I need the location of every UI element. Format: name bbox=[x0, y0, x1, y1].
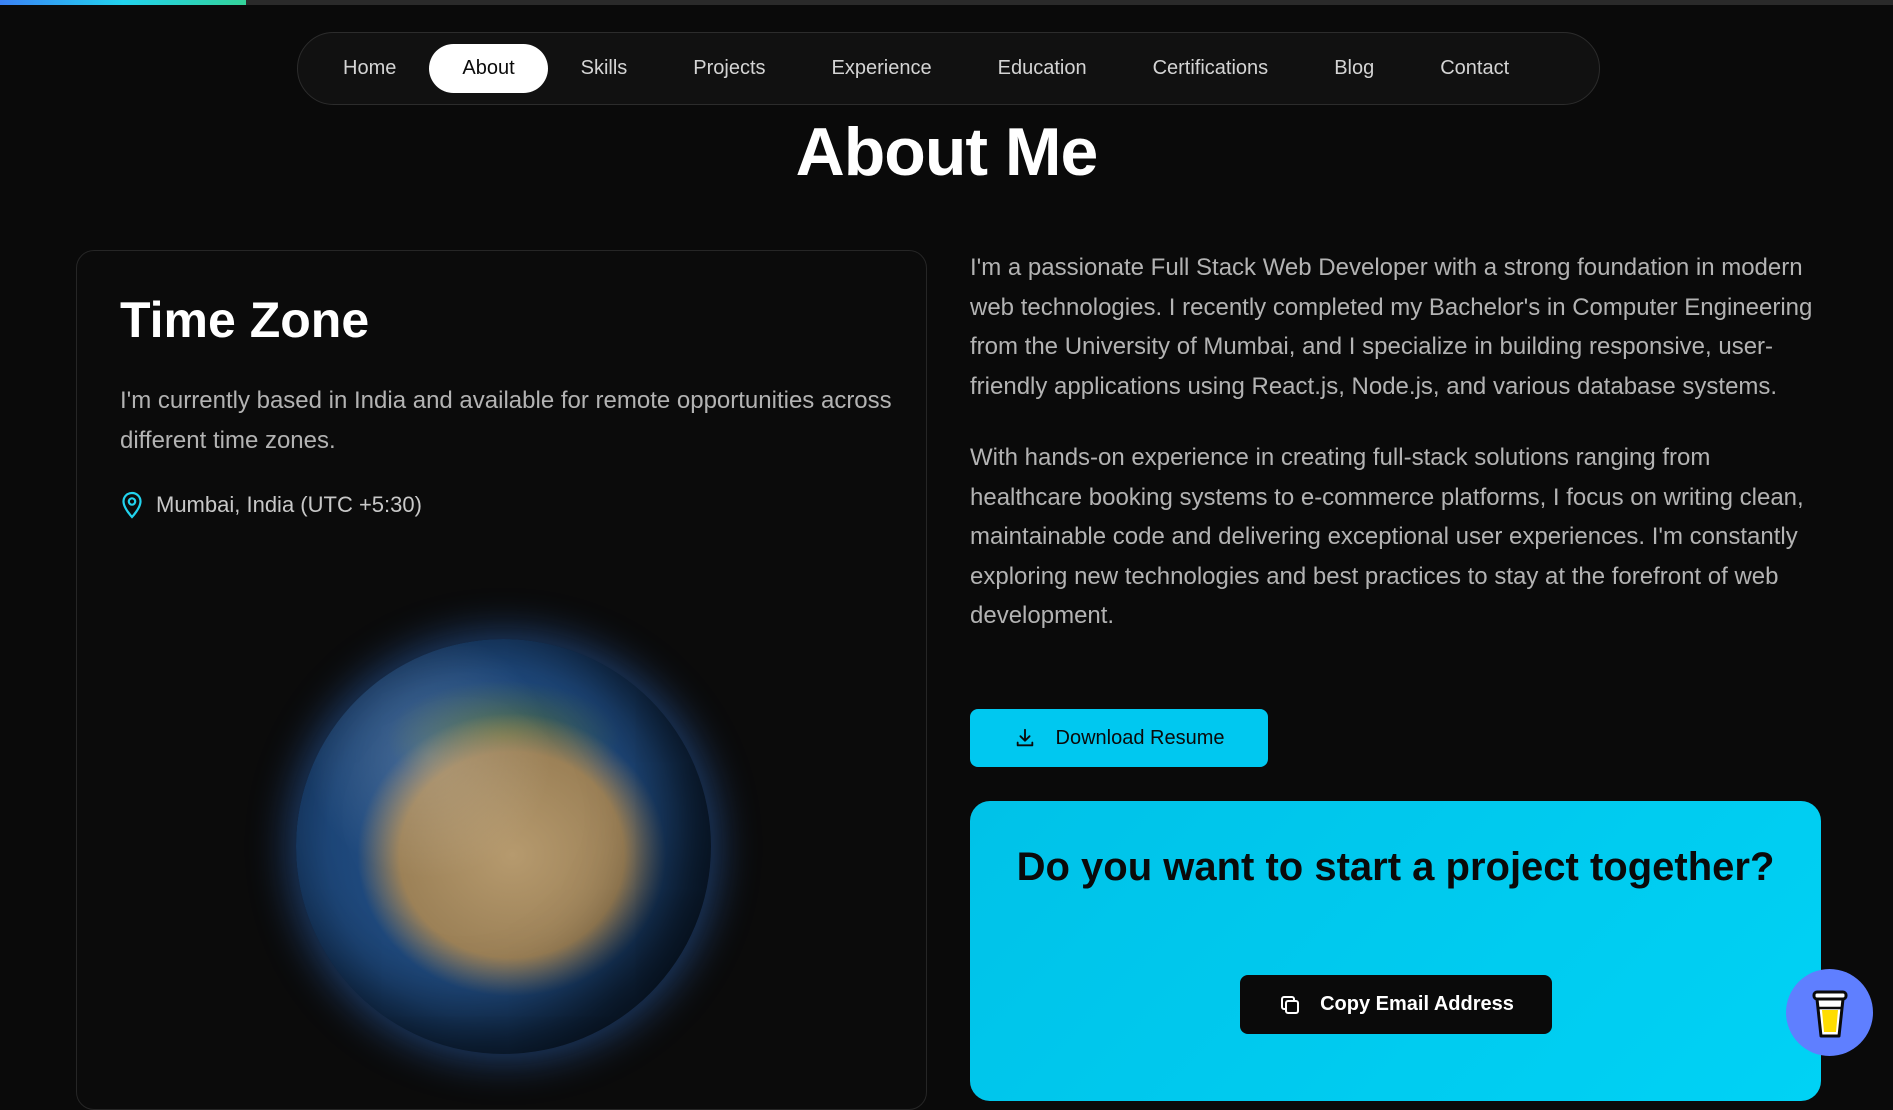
timezone-card-description: I'm currently based in India and availab… bbox=[120, 387, 892, 454]
scroll-progress-track bbox=[0, 0, 1893, 5]
timezone-card-title: Time Zone bbox=[120, 292, 370, 348]
download-icon bbox=[1016, 728, 1033, 747]
nav-item-about[interactable]: About bbox=[429, 44, 548, 93]
main-navbar: Home About Skills Projects Experience Ed… bbox=[297, 32, 1600, 105]
download-resume-button[interactable]: Download Resume bbox=[970, 709, 1268, 767]
about-paragraph-1: I'm a passionate Full Stack Web Develope… bbox=[970, 254, 1813, 400]
copy-icon bbox=[1281, 995, 1300, 1014]
nav-item-certifications[interactable]: Certifications bbox=[1120, 44, 1302, 93]
nav-item-skills[interactable]: Skills bbox=[548, 44, 661, 93]
nav-item-education[interactable]: Education bbox=[965, 44, 1120, 93]
scroll-progress-fill bbox=[0, 0, 247, 5]
project-cta-card: Do you want to start a project together?… bbox=[970, 801, 1821, 1101]
location-text: Mumbai, India (UTC +5:30) bbox=[156, 492, 422, 517]
earth-globe[interactable] bbox=[296, 639, 711, 1054]
map-pin-icon bbox=[122, 491, 142, 519]
buy-me-a-coffee-button[interactable] bbox=[1786, 969, 1873, 1056]
nav-item-contact[interactable]: Contact bbox=[1407, 44, 1542, 93]
nav-item-blog[interactable]: Blog bbox=[1301, 44, 1407, 93]
about-description: I'm a passionate Full Stack Web Develope… bbox=[970, 248, 1825, 668]
copy-email-label: Copy Email Address bbox=[1320, 993, 1514, 1015]
nav-item-home[interactable]: Home bbox=[310, 44, 429, 93]
nav-item-experience[interactable]: Experience bbox=[799, 44, 965, 93]
download-resume-label: Download Resume bbox=[1055, 726, 1225, 749]
globe-icon bbox=[296, 639, 711, 1054]
timezone-card: Time Zone I'm currently based in India a… bbox=[76, 250, 927, 1110]
location-row: Mumbai, India (UTC +5:30) bbox=[120, 491, 422, 519]
copy-email-button[interactable]: Copy Email Address bbox=[1240, 975, 1552, 1034]
page-title: About Me bbox=[795, 114, 1099, 190]
cta-title: Do you want to start a project together? bbox=[1016, 845, 1775, 889]
about-paragraph-2: With hands-on experience in creating ful… bbox=[970, 444, 1804, 629]
nav-item-projects[interactable]: Projects bbox=[660, 44, 798, 93]
coffee-cup-icon bbox=[1812, 990, 1847, 1037]
